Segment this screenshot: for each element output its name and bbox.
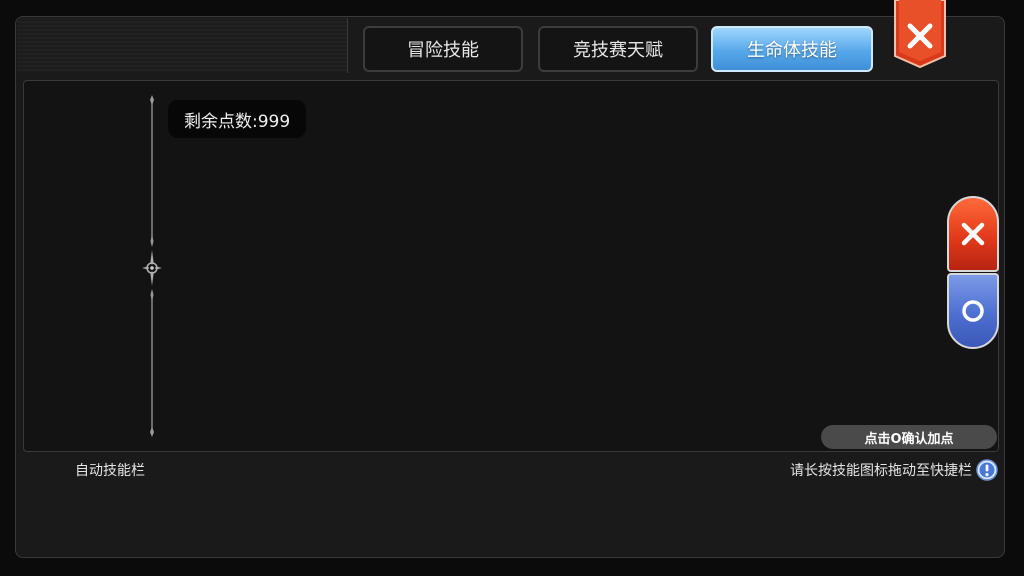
close-window-button[interactable]: [893, 0, 947, 68]
info-icon[interactable]: [976, 459, 998, 481]
confirm-button[interactable]: [947, 273, 999, 349]
tab-adventure-skills[interactable]: 冒险技能: [363, 26, 523, 72]
tab-arena-talents[interactable]: 竞技赛天赋: [538, 26, 698, 72]
x-icon: [961, 222, 985, 246]
auto-skill-bar-label: 自动技能栏: [75, 463, 145, 479]
skill-panel: [23, 80, 999, 452]
confirm-points-hint-text: 点击O确认加点: [864, 431, 954, 447]
drag-hint-text: 请长按技能图标拖动至快捷栏: [790, 463, 972, 479]
header-strip: [17, 18, 348, 73]
confirm-points-hint: 点击O确认加点: [821, 425, 997, 449]
compass-star-icon: [142, 250, 162, 286]
cancel-button[interactable]: [947, 196, 999, 272]
circle-icon: [962, 300, 984, 322]
tab-creature-skills[interactable]: 生命体技能: [711, 26, 873, 72]
remaining-points: 剩余点数:999: [168, 100, 307, 138]
ornament-divider: [142, 95, 162, 437]
remaining-points-label: 剩余点数:999: [184, 111, 291, 132]
